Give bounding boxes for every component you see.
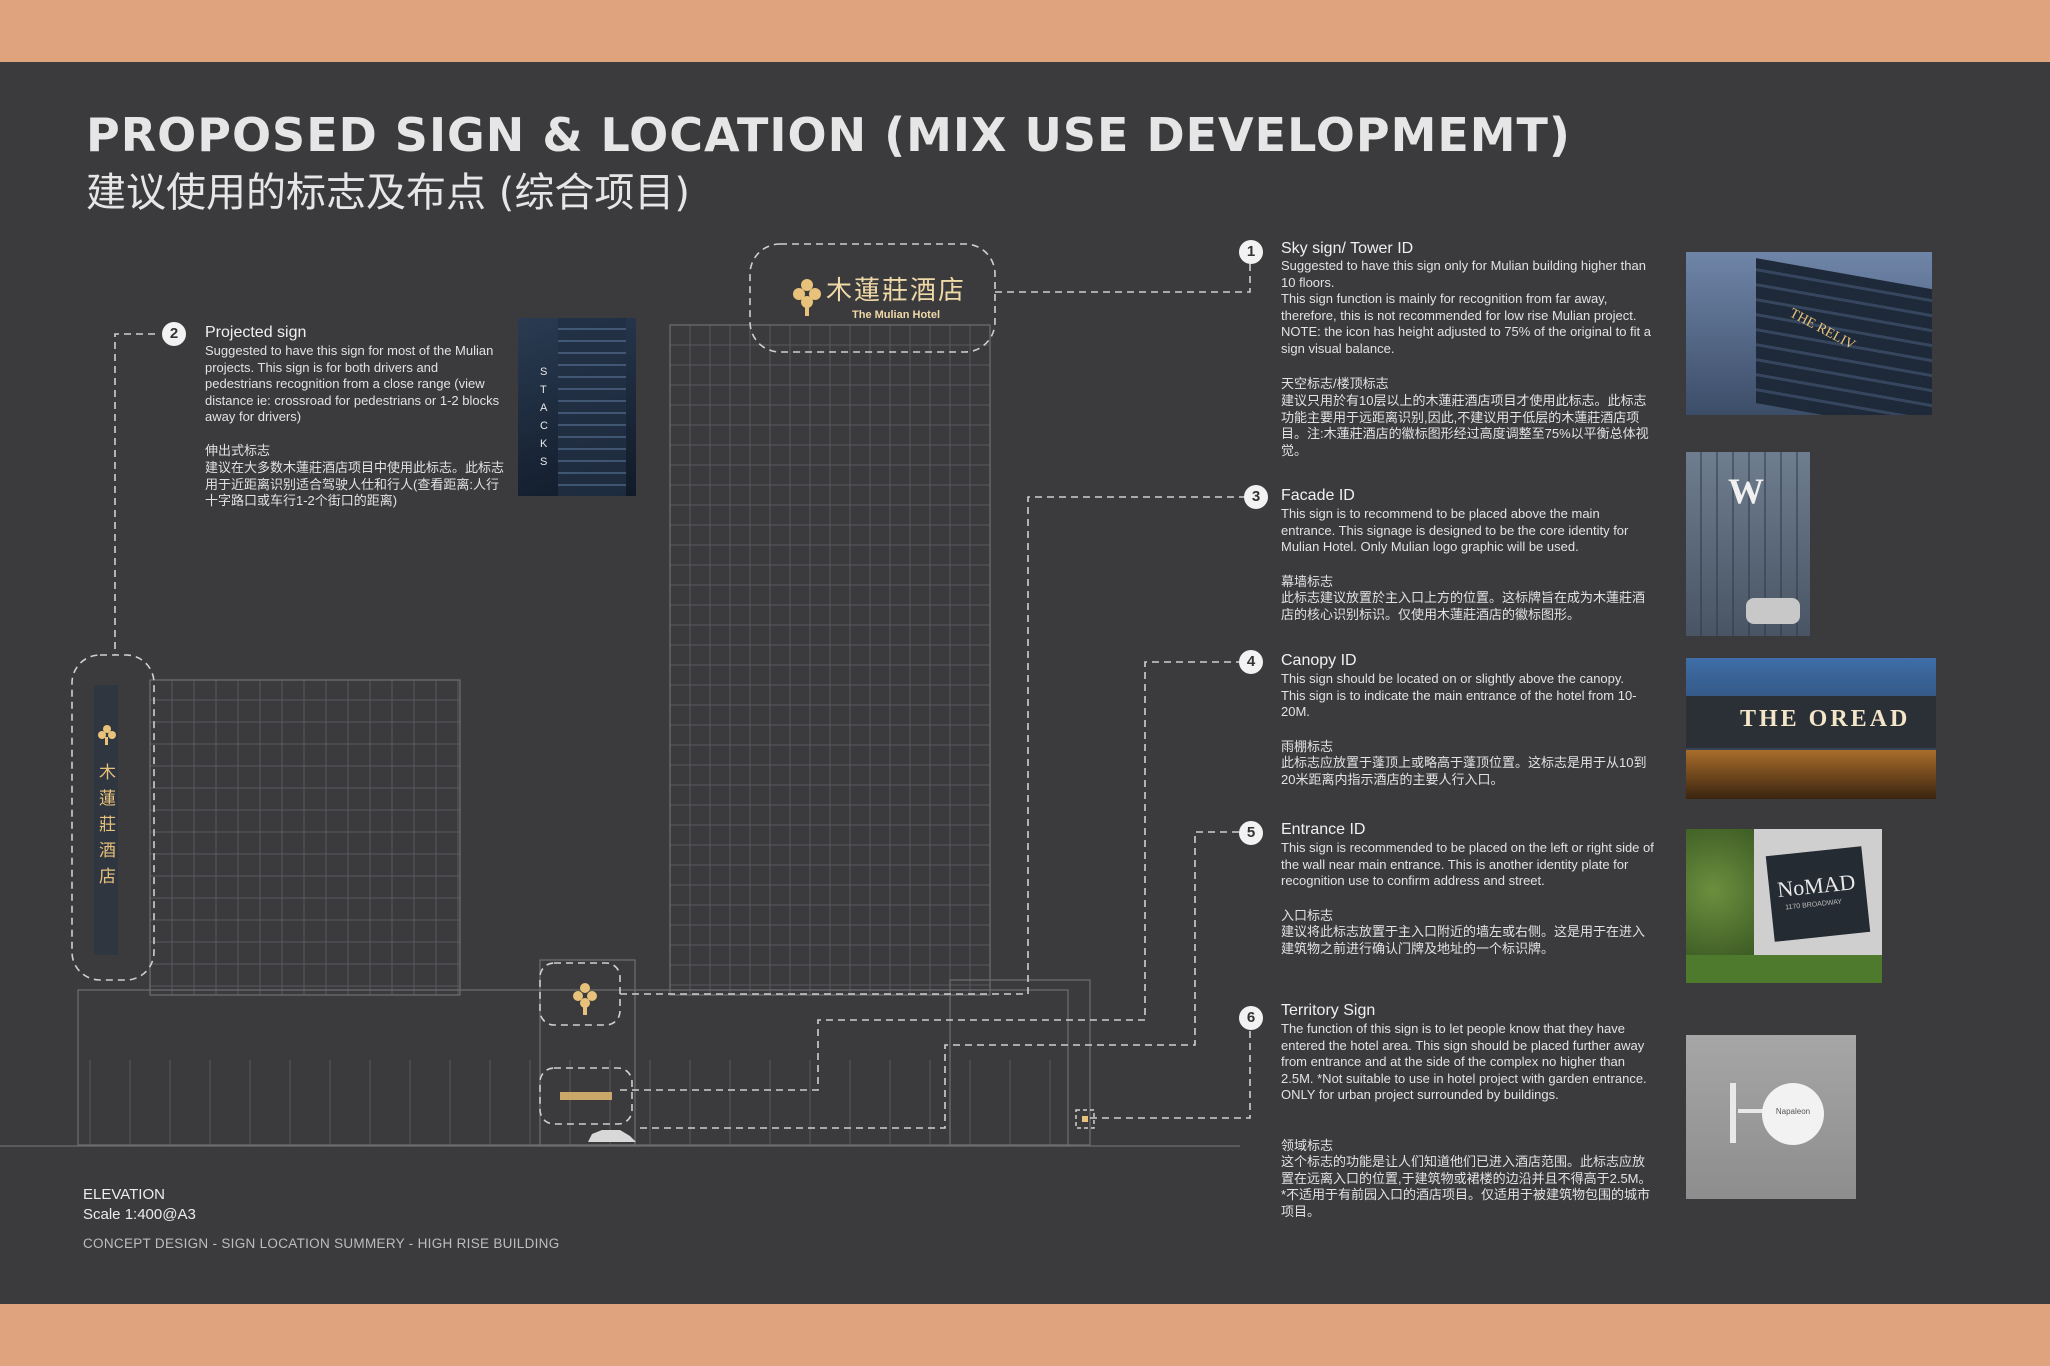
section-1-body-zh: 建议只用於有10层以上的木蓮莊酒店项目才使用此标志。此标志功能主要用于远距离识别… <box>1281 393 1649 458</box>
section-6-body-en: The function of this sign is to let peop… <box>1281 1021 1647 1102</box>
section-2-number: 2 <box>162 322 186 346</box>
stacks-sign-text: S T A C K S <box>540 366 548 468</box>
section-4-number: 4 <box>1239 650 1263 674</box>
scale-label: Scale 1:400@A3 <box>83 1206 196 1223</box>
section-1-title: Sky sign/ Tower ID <box>1281 240 1414 257</box>
canopy-id-photo: THE OREAD <box>1686 658 1936 799</box>
section-3-title-zh: 幕墙标志 <box>1281 574 1334 589</box>
section-4-title: Canopy ID <box>1281 652 1357 669</box>
facade-id-photo: W <box>1686 452 1810 636</box>
canopy-sign-text: THE OREAD <box>1740 706 1911 732</box>
section-5-body-en: This sign is recommended to be placed on… <box>1281 840 1654 888</box>
territory-sign-photo: Napaleon <box>1686 1035 1856 1199</box>
section-5-title-zh: 入口标志 <box>1281 908 1334 923</box>
section-5-number: 5 <box>1239 821 1263 845</box>
section-5-body-zh: 建议将此标志放置于主入口附近的墙左或右侧。这是用于在进入建筑物之前进行确认门牌及… <box>1281 924 1646 956</box>
section-3-body-en: This sign is to recommend to be placed a… <box>1281 506 1629 554</box>
section-4-title-zh: 雨棚标志 <box>1281 739 1334 754</box>
hotel-name-en: The Mulian Hotel <box>852 309 940 321</box>
section-1-number: 1 <box>1239 240 1263 264</box>
section-1-body-en: Suggested to have this sign only for Mul… <box>1281 258 1651 356</box>
section-6-body-zh: 这个标志的功能是让人们知道他们已进入酒店范围。此标志应放置在远离入口的位置,于建… <box>1281 1154 1652 1219</box>
section-2-title-zh: 伸出式标志 <box>205 443 271 458</box>
page-title-en: PROPOSED SIGN & LOCATION (MIX USE DEVELO… <box>86 108 1571 162</box>
entrance-sign-text: NoMAD <box>1776 869 1857 903</box>
section-2-title: Projected sign <box>205 324 307 341</box>
section-6-title-zh: 领域标志 <box>1281 1138 1334 1153</box>
hotel-name-zh: 木蓮莊酒店 <box>826 276 967 306</box>
territory-sign-text: Napaleon <box>1775 1107 1811 1116</box>
section-5-title: Entrance ID <box>1281 821 1366 838</box>
elevation-label: ELEVATION <box>83 1186 165 1203</box>
section-3-title: Facade ID <box>1281 487 1355 504</box>
section-2-body-en: Suggested to have this sign for most of … <box>205 343 500 424</box>
concept-caption: CONCEPT DESIGN - SIGN LOCATION SUMMERY -… <box>83 1236 560 1251</box>
page-title-zh: 建议使用的标志及布点 (综合项目) <box>86 170 690 216</box>
projected-sign-text: 木蓮莊酒店 <box>99 763 116 887</box>
projected-sign-photo: S T A C K S <box>518 318 636 496</box>
section-6-title: Territory Sign <box>1281 1002 1376 1019</box>
section-1-title-zh: 天空标志/楼顶标志 <box>1281 376 1389 391</box>
section-4-body-zh: 此标志应放置于蓬顶上或略高于蓬顶位置。这标志是用于从10到20米距离内指示酒店的… <box>1281 755 1647 787</box>
section-4-body-en: This sign should be located on or slight… <box>1281 671 1637 719</box>
entrance-id-photo: NoMAD 1170 BROADWAY <box>1686 829 1882 983</box>
sky-sign-logo: 木蓮莊酒店 The Mulian Hotel <box>826 270 966 321</box>
facade-letter: W <box>1728 471 1764 511</box>
section-3-number: 3 <box>1244 485 1268 509</box>
section-6-number: 6 <box>1239 1006 1263 1030</box>
sky-sign-photo: THE RELIV <box>1686 252 1932 415</box>
section-3-body-zh: 此标志建议放置於主入口上方的位置。这标牌旨在成为木蓮莊酒店的核心识别标识。仅使用… <box>1281 590 1646 622</box>
section-2-body-zh: 建议在大多数木蓮莊酒店项目中使用此标志。此标志用于近距离识别适合驾驶人仕和行人(… <box>205 460 505 508</box>
